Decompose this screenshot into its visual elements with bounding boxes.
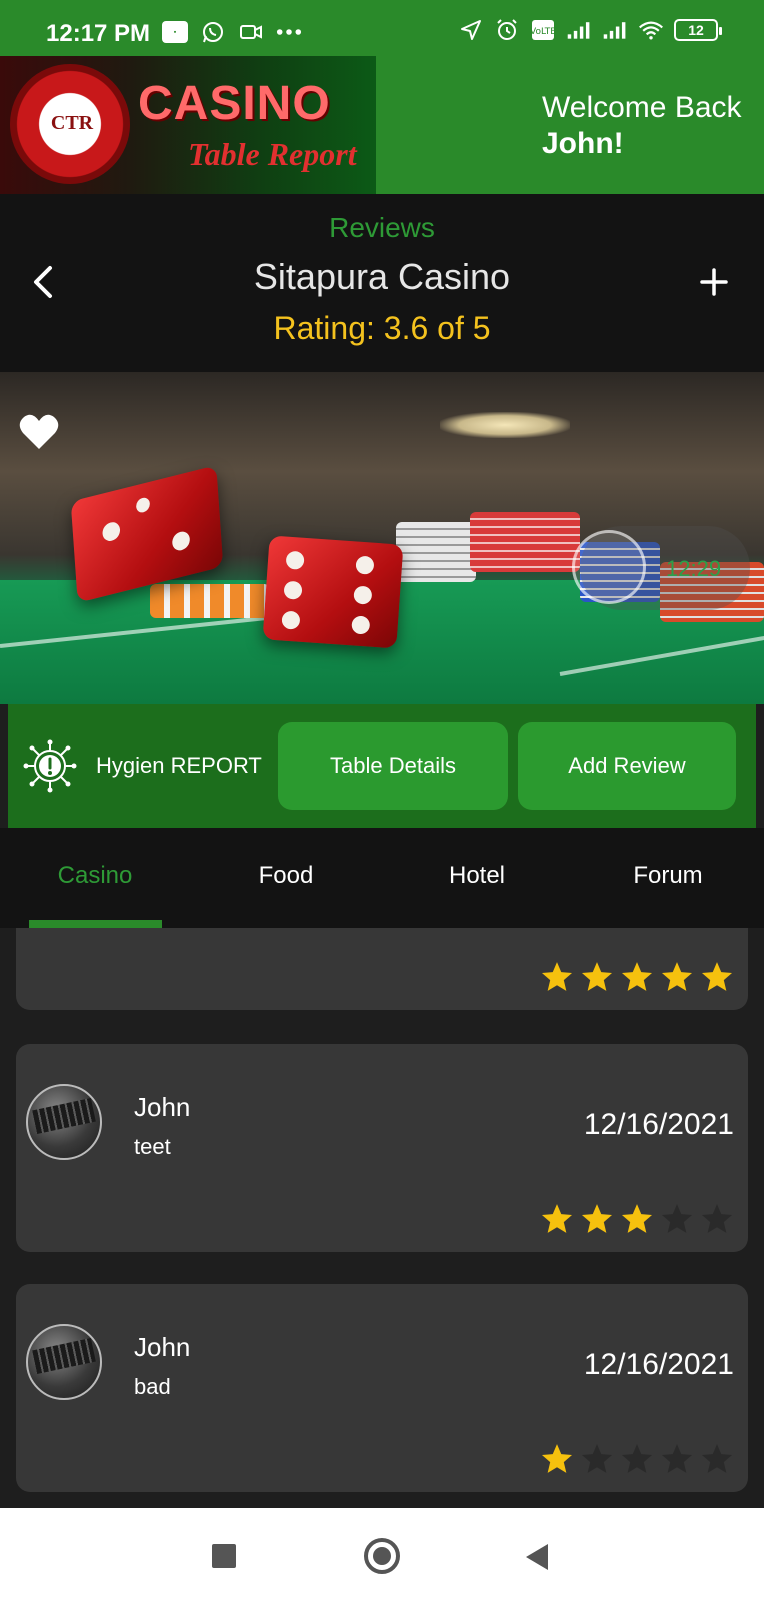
die-pip: [281, 610, 301, 630]
video-icon: [238, 20, 264, 44]
die-pip: [283, 580, 303, 600]
reviewer-name: John: [134, 1332, 191, 1362]
star-filled-icon: [541, 1444, 573, 1473]
venue-name: Sitapura Casino: [253, 256, 511, 297]
review-date: 12/16/2021: [583, 1108, 734, 1141]
section-title: Reviews: [329, 212, 435, 243]
battery-icon: 12: [674, 19, 722, 41]
avatar: [26, 1084, 102, 1160]
back-icon[interactable]: [526, 1544, 548, 1570]
home-icon[interactable]: [364, 1538, 400, 1574]
star-filled-icon: [701, 962, 733, 991]
status-time: 12:17 PM: [46, 20, 151, 47]
system-nav-bar: [0, 1508, 764, 1600]
svg-text:VoLTE: VoLTE: [531, 27, 555, 37]
hygiene-report-button[interactable]: Hygien REPORT: [22, 738, 272, 794]
die-pip: [351, 615, 371, 635]
star-filled-icon: [581, 962, 613, 991]
plus-icon: [700, 268, 728, 296]
add-button[interactable]: [694, 262, 734, 302]
venue-rating: Rating: 3.6 of 5: [273, 310, 491, 346]
review-card[interactable]: [16, 928, 748, 1010]
volte-icon: VoLTE: [530, 18, 556, 42]
logo-casino-text: CASINO: [138, 77, 331, 131]
recent-apps-icon[interactable]: [212, 1544, 236, 1568]
table-details-button[interactable]: Table Details: [278, 722, 508, 810]
die-pip: [355, 555, 375, 575]
reviews-title-block: Reviews Sitapura Casino Rating: 3.6 of 5: [0, 194, 764, 372]
welcome-user-name: John!: [542, 127, 624, 160]
star-empty-icon: [701, 1444, 733, 1473]
heart-icon: [19, 414, 59, 449]
avatar: [26, 1324, 102, 1400]
status-bar: 12:17 PM ▪ VoLTE 12: [0, 0, 764, 56]
star-empty-icon: [701, 1204, 733, 1233]
chip-stack: [396, 522, 476, 582]
more-icon: [276, 20, 302, 44]
welcome-line: Welcome Back: [542, 91, 742, 124]
favorite-button[interactable]: [18, 412, 60, 452]
welcome-message: Welcome Back John!: [542, 90, 742, 162]
virus-alert-icon: [23, 739, 77, 793]
signal-icon: [602, 18, 628, 42]
review-card[interactable]: John bad 12/16/2021: [16, 1284, 748, 1492]
reviews-list[interactable]: John teet 12/16/2021 John bad 12/16/2021: [0, 928, 764, 1508]
tab-hotel[interactable]: Hotel: [382, 862, 572, 890]
star-filled-icon: [621, 1204, 653, 1233]
star-filled-icon: [661, 962, 693, 991]
app-header: CTR CASINO Table Report Welcome Back Joh…: [0, 56, 764, 194]
ceiling-lights: [440, 412, 570, 438]
die-pip: [171, 529, 191, 553]
star-rating: [540, 1202, 734, 1236]
die-pip: [353, 585, 373, 605]
tab-forum[interactable]: Forum: [573, 862, 763, 890]
tab-food[interactable]: Food: [191, 862, 381, 890]
star-filled-icon: [541, 962, 573, 991]
red-die: [262, 535, 404, 649]
logo-table-report-text: Table Report: [188, 136, 357, 172]
star-filled-icon: [581, 1204, 613, 1233]
chip-stack: [470, 512, 580, 572]
hygiene-report-label: Hygien REPORT: [96, 753, 262, 778]
die-pip: [285, 550, 305, 570]
status-right-icons: VoLTE 12: [458, 18, 722, 42]
star-filled-icon: [541, 1204, 573, 1233]
timer-ring[interactable]: [572, 530, 646, 604]
timer-text: 12:29: [666, 556, 722, 581]
reviewer-name: John: [134, 1092, 191, 1122]
action-bar: Hygien REPORT Table Details Add Review: [8, 704, 756, 828]
wifi-icon: [638, 18, 664, 42]
casino-table-report-logo[interactable]: CTR CASINO Table Report: [0, 56, 376, 194]
star-rating: [540, 1442, 734, 1476]
app-screen: 12:17 PM ▪ VoLTE 12 CTR CASINO Table Rep…: [0, 0, 764, 1600]
die-pip: [101, 520, 121, 543]
tab-casino[interactable]: Casino: [0, 862, 190, 890]
die-pip: [135, 496, 151, 514]
star-filled-icon: [621, 962, 653, 991]
signal-icon: [566, 18, 592, 42]
status-left-icons: ▪: [162, 20, 302, 44]
star-rating: [540, 960, 734, 994]
location-icon: [458, 18, 484, 42]
review-date: 12/16/2021: [583, 1348, 734, 1381]
star-empty-icon: [661, 1444, 693, 1473]
star-empty-icon: [581, 1444, 613, 1473]
review-card[interactable]: John teet 12/16/2021: [16, 1044, 748, 1252]
review-text: bad: [134, 1374, 171, 1399]
chip-stack: [150, 584, 270, 618]
active-tab-indicator: [29, 920, 162, 928]
whatsapp-icon: [200, 20, 226, 44]
logo-chip-text: CTR: [50, 112, 94, 134]
add-review-button[interactable]: Add Review: [518, 722, 736, 810]
alarm-icon: [494, 18, 520, 42]
star-empty-icon: [661, 1204, 693, 1233]
star-empty-icon: [621, 1444, 653, 1473]
category-tabs: Casino Food Hotel Forum: [0, 828, 764, 928]
review-text: teet: [134, 1134, 171, 1159]
app-icon: ▪: [162, 21, 188, 43]
